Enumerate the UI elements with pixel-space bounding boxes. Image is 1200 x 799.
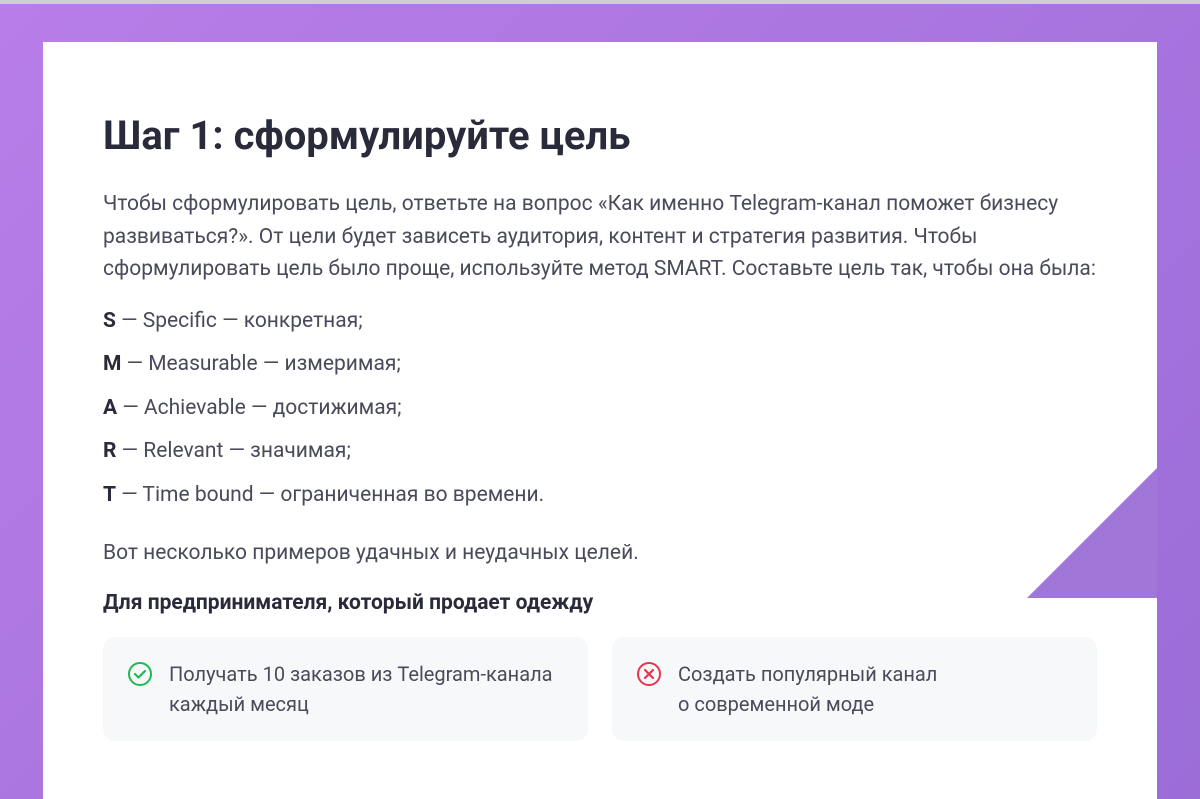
smart-letter: T xyxy=(103,483,116,507)
intro-paragraph: Чтобы сформулировать цель, ответьте на в… xyxy=(103,188,1097,286)
smart-letter: S xyxy=(103,309,116,333)
bad-example-text: Создать популярный канал о современной м… xyxy=(678,659,1073,719)
examples-intro: Вот несколько примеров удачных и неудачн… xyxy=(103,541,1097,565)
smart-letter: A xyxy=(103,396,117,420)
smart-text: — Relevant — значимая; xyxy=(116,439,350,463)
cross-icon xyxy=(636,661,662,687)
content-card: Шаг 1: сформулируйте цель Чтобы сформули… xyxy=(43,42,1157,799)
smart-item: A — Achievable — достижимая; xyxy=(103,393,1097,425)
checkmark-icon xyxy=(127,661,153,687)
smart-item: T — Time bound — ограниченная во времени… xyxy=(103,480,1097,512)
good-example-text: Получать 10 заказов из Telegram-канала к… xyxy=(169,659,564,719)
smart-letter: R xyxy=(103,439,116,463)
smart-letter: M xyxy=(103,352,121,376)
corner-fold-decoration xyxy=(1027,468,1157,598)
bad-example-box: Создать популярный канал о современной м… xyxy=(612,637,1097,741)
section-title: Для предпринимателя, который продает оде… xyxy=(103,591,1097,615)
smart-text: — Specific — конкретная; xyxy=(116,309,363,333)
examples-row: Получать 10 заказов из Telegram-канала к… xyxy=(103,637,1097,741)
smart-item: S — Specific — конкретная; xyxy=(103,306,1097,338)
smart-list: S — Specific — конкретная; M — Measurabl… xyxy=(103,306,1097,512)
page-heading: Шаг 1: сформулируйте цель xyxy=(103,112,1097,160)
smart-item: M — Measurable — измеримая; xyxy=(103,349,1097,381)
smart-item: R — Relevant — значимая; xyxy=(103,436,1097,468)
smart-text: — Achievable — достижимая; xyxy=(117,396,402,420)
smart-text: — Time bound — ограниченная во времени. xyxy=(116,483,544,507)
frame-border-top xyxy=(0,0,1200,4)
smart-text: — Measurable — измеримая; xyxy=(121,352,400,376)
good-example-box: Получать 10 заказов из Telegram-канала к… xyxy=(103,637,588,741)
